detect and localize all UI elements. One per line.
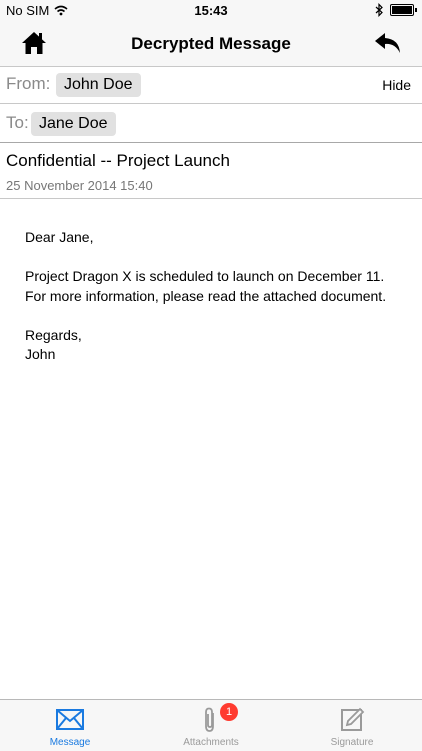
status-right bbox=[375, 3, 417, 17]
signature-pen-icon bbox=[341, 707, 365, 731]
from-row: From: John Doe Hide bbox=[0, 67, 422, 104]
to-label: To: bbox=[6, 113, 29, 132]
envelope-icon bbox=[56, 709, 84, 730]
tab-bar: Message 1 Attachments Signature bbox=[0, 699, 422, 751]
tab-attachments[interactable]: 1 Attachments bbox=[141, 700, 281, 751]
status-bar: No SIM 15:43 bbox=[0, 0, 422, 22]
to-row: To: Jane Doe bbox=[0, 104, 422, 143]
sender-chip[interactable]: John Doe bbox=[56, 73, 141, 97]
message-date: 25 November 2014 15:40 bbox=[6, 178, 153, 193]
bluetooth-icon bbox=[375, 3, 383, 17]
subject-block: Confidential -- Project Launch 25 Novemb… bbox=[0, 143, 422, 199]
tab-message-label: Message bbox=[49, 737, 91, 748]
attachments-badge: 1 bbox=[220, 703, 238, 721]
from-label: From: bbox=[6, 74, 51, 93]
message-subject: Confidential -- Project Launch bbox=[6, 151, 230, 170]
body-paragraph: Project Dragon X is scheduled to launch … bbox=[25, 268, 387, 304]
closing-text: Regards, bbox=[25, 326, 82, 343]
recipient-chip[interactable]: Jane Doe bbox=[31, 112, 116, 136]
tab-attachments-label: Attachments bbox=[183, 737, 239, 748]
status-time: 15:43 bbox=[194, 3, 228, 18]
hide-button[interactable]: Hide bbox=[382, 77, 411, 93]
message-body: Dear Jane, Project Dragon X is scheduled… bbox=[25, 228, 405, 365]
navigation-bar: Decrypted Message bbox=[0, 22, 422, 67]
signature-text: John bbox=[25, 346, 56, 362]
tab-signature[interactable]: Signature bbox=[282, 700, 422, 751]
greeting-text: Dear Jane, bbox=[25, 229, 94, 245]
tab-message[interactable]: Message bbox=[0, 700, 140, 751]
battery-icon bbox=[390, 4, 417, 16]
page-title: Decrypted Message bbox=[131, 34, 291, 53]
reply-icon[interactable] bbox=[374, 30, 402, 56]
tab-signature-label: Signature bbox=[330, 737, 374, 748]
